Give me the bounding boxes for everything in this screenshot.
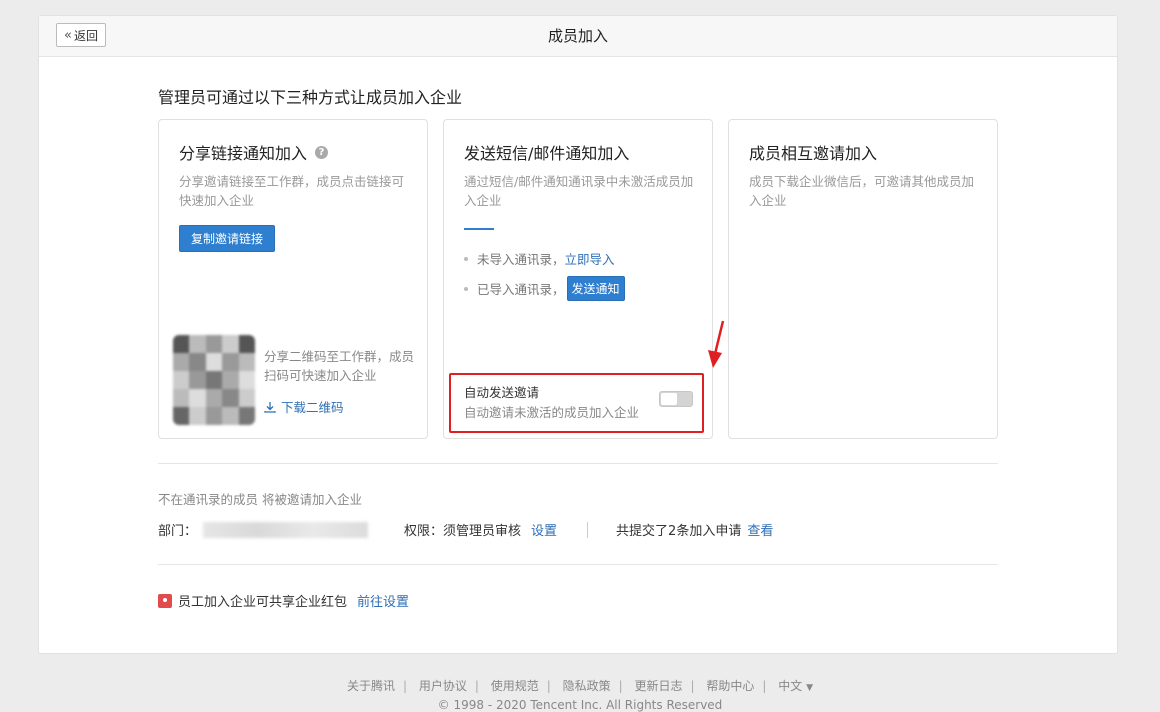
red-arrow-annotation	[708, 320, 725, 368]
footer-link-help[interactable]: 帮助中心	[706, 679, 754, 693]
settings-row: 部门： 权限：须管理员审核 设置 共提交了2条加入申请 查看	[158, 520, 773, 539]
footer-language-select[interactable]: 中文 ▼	[778, 679, 813, 693]
share-card-desc: 分享邀请链接至工作群，成员点击链接可快速加入企业	[179, 174, 405, 208]
qr-code-image	[173, 335, 255, 425]
footer-link-about[interactable]: 关于腾讯	[347, 679, 395, 693]
help-icon[interactable]: ?	[315, 145, 329, 159]
separator	[587, 521, 589, 538]
sms-card-desc: 通过短信/邮件通知通讯录中未激活成员加入企业	[464, 174, 694, 208]
auto-invite-title: 自动发送邀请	[464, 385, 540, 400]
invite-note: 不在通讯录的成员 将被邀请加入企业	[158, 492, 362, 507]
toggle-knob	[661, 393, 677, 405]
bullet-send: 已导入通讯录， 发送通知	[464, 276, 625, 301]
import-now-link[interactable]: 立即导入	[565, 249, 615, 268]
footer-link-agreement[interactable]: 用户协议	[419, 679, 467, 693]
footer-link-privacy[interactable]: 隐私政策	[563, 679, 611, 693]
view-applications-link[interactable]: 查看	[747, 520, 773, 539]
red-packet-icon	[158, 593, 172, 608]
applications-text: 共提交了2条加入申请	[616, 524, 742, 539]
mutual-card-title: 成员相互邀请加入	[749, 144, 878, 163]
footer-link-rules[interactable]: 使用规范	[491, 679, 539, 693]
sms-card-title: 发送短信/邮件通知加入	[464, 144, 630, 163]
caret-down-icon: ▼	[806, 683, 814, 693]
share-card-title: 分享链接通知加入 ?	[179, 140, 329, 164]
intro-heading: 管理员可通过以下三种方式让成员加入企业	[158, 88, 463, 107]
copy-invite-link-button[interactable]: 复制邀请链接	[179, 225, 276, 252]
mutual-card-desc: 成员下载企业微信后，可邀请其他成员加入企业	[749, 174, 975, 208]
send-notification-button[interactable]: 发送通知	[566, 276, 625, 301]
page-title: 成员加入	[547, 27, 608, 45]
permission-settings-link[interactable]: 设置	[531, 520, 557, 539]
bullet-import: 未导入通讯录， 立即导入	[464, 249, 615, 268]
sms-email-card: 发送短信/邮件通知加入 通过短信/邮件通知通讯录中未激活成员加入企业 未导入通讯…	[443, 119, 713, 439]
redpacket-row: 员工加入企业可共享企业红包 前往设置	[158, 591, 409, 610]
qr-share-text: 分享二维码至工作群，成员扫码可快速加入企业	[264, 349, 415, 383]
auto-invite-desc: 自动邀请未激活的成员加入企业	[464, 405, 640, 420]
redpacket-text: 员工加入企业可共享企业红包	[178, 595, 348, 610]
mutual-invite-card: 成员相互邀请加入 成员下载企业微信后，可邀请其他成员加入企业	[728, 119, 998, 439]
footer-links: 关于腾讯 | 用户协议 | 使用规范 | 隐私政策 | 更新日志 | 帮助中心 | 中文 ▼	[346, 679, 814, 693]
auto-invite-highlight: 自动发送邀请 自动邀请未激活的成员加入企业	[449, 373, 704, 433]
divider-1	[158, 463, 998, 464]
accent-divider	[464, 228, 494, 230]
divider-2	[158, 564, 998, 565]
share-link-card: 分享链接通知加入 ? 分享邀请链接至工作群，成员点击链接可快速加入企业 复制邀请…	[158, 119, 428, 439]
download-icon	[264, 401, 276, 413]
redpacket-settings-link[interactable]: 前往设置	[357, 591, 409, 610]
auto-invite-toggle[interactable]	[659, 391, 693, 407]
bullet-dot	[464, 286, 468, 291]
dept-value-redacted[interactable]	[203, 521, 369, 538]
dept-label: 部门：	[158, 524, 198, 539]
main-panel: « 返回 成员加入 管理员可通过以下三种方式让成员加入企业 分享链接通知加入 ?…	[38, 15, 1118, 654]
footer-link-changelog[interactable]: 更新日志	[635, 679, 683, 693]
permission-label: 权限：须管理员审核	[404, 524, 522, 539]
download-qr-link[interactable]: 下载二维码	[264, 397, 344, 416]
bullet-dot	[464, 256, 468, 261]
top-bar: « 返回 成员加入	[39, 16, 1117, 57]
